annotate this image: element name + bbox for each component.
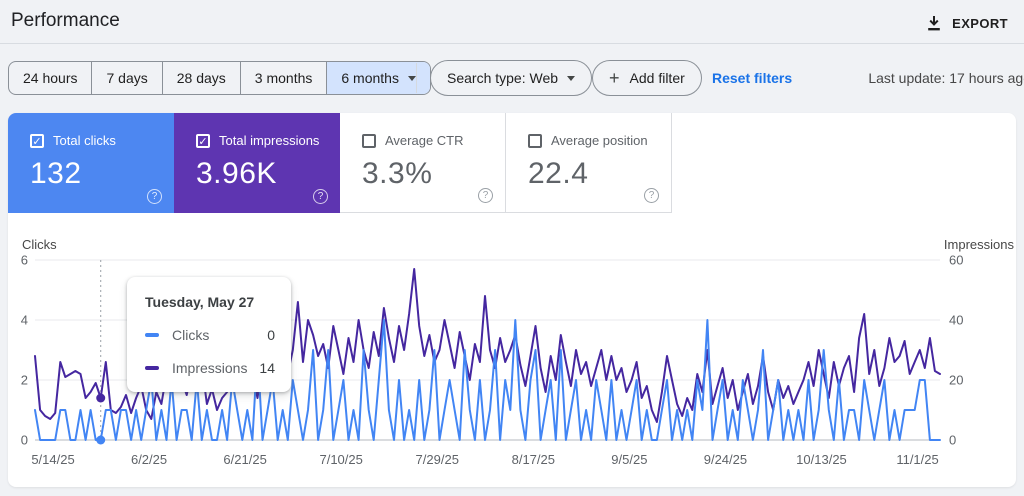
right-axis-title: Impressions (943, 237, 1014, 252)
total-impressions-value: 3.96K (196, 157, 277, 190)
tooltip-impressions-row: Impressions 14 (145, 360, 275, 376)
help-icon[interactable]: ? (478, 188, 493, 203)
filter-row: 24 hours 7 days 28 days 3 months 6 month… (0, 45, 1024, 111)
date-range-28-days[interactable]: 28 days (161, 62, 240, 94)
unchecked-checkbox-icon[interactable] (362, 133, 376, 148)
export-label: EXPORT (952, 15, 1008, 31)
tooltip-clicks-row: Clicks 0 (145, 327, 275, 343)
reset-filters-link[interactable]: Reset filters (712, 70, 792, 86)
help-icon[interactable]: ? (644, 188, 659, 203)
filter-divider (416, 63, 417, 93)
add-filter-button[interactable]: + Add filter (592, 60, 702, 96)
tooltip-date: Tuesday, May 27 (145, 294, 255, 310)
metric-cards: ✓ Total clicks 132 ? ✓ Total impressions… (8, 113, 672, 213)
checked-checkbox-icon[interactable]: ✓ (30, 133, 44, 148)
unchecked-checkbox-icon[interactable] (528, 133, 542, 148)
total-clicks-card[interactable]: ✓ Total clicks 132 ? (8, 113, 174, 213)
plus-icon: + (609, 68, 620, 88)
checked-checkbox-icon[interactable]: ✓ (196, 133, 210, 148)
help-icon[interactable]: ? (313, 189, 328, 204)
average-ctr-card[interactable]: Average CTR 3.3% ? (340, 113, 506, 213)
date-range-6-months-selected[interactable]: 6 months (326, 62, 430, 94)
average-position-card[interactable]: Average position 22.4 ? (506, 113, 672, 213)
date-range-3-months[interactable]: 3 months (239, 62, 327, 94)
average-ctr-value: 3.3% (362, 157, 433, 190)
chevron-down-icon (567, 75, 576, 81)
impressions-series-swatch (145, 366, 159, 370)
download-icon (928, 16, 940, 31)
average-position-value: 22.4 (528, 157, 589, 190)
date-range-24-hours[interactable]: 24 hours (9, 62, 91, 94)
left-axis-title: Clicks (22, 237, 57, 252)
clicks-series-swatch (145, 333, 159, 337)
top-bar: Performance EXPORT (0, 0, 1024, 44)
chevron-down-icon (407, 75, 416, 81)
total-clicks-value: 132 (30, 157, 82, 190)
total-impressions-card[interactable]: ✓ Total impressions 3.96K ? (174, 113, 340, 213)
last-update-text: Last update: 17 hours ago (868, 70, 1024, 86)
export-button[interactable]: EXPORT (917, 8, 1016, 38)
date-range-group: 24 hours 7 days 28 days 3 months 6 month… (8, 61, 431, 95)
date-range-7-days[interactable]: 7 days (91, 62, 161, 94)
help-icon[interactable]: ? (147, 189, 162, 204)
chart-tooltip: Tuesday, May 27 Clicks 0 Impressions 14 (127, 277, 291, 392)
page-title: Performance (11, 10, 120, 31)
search-type-dropdown[interactable]: Search type: Web (430, 60, 593, 96)
